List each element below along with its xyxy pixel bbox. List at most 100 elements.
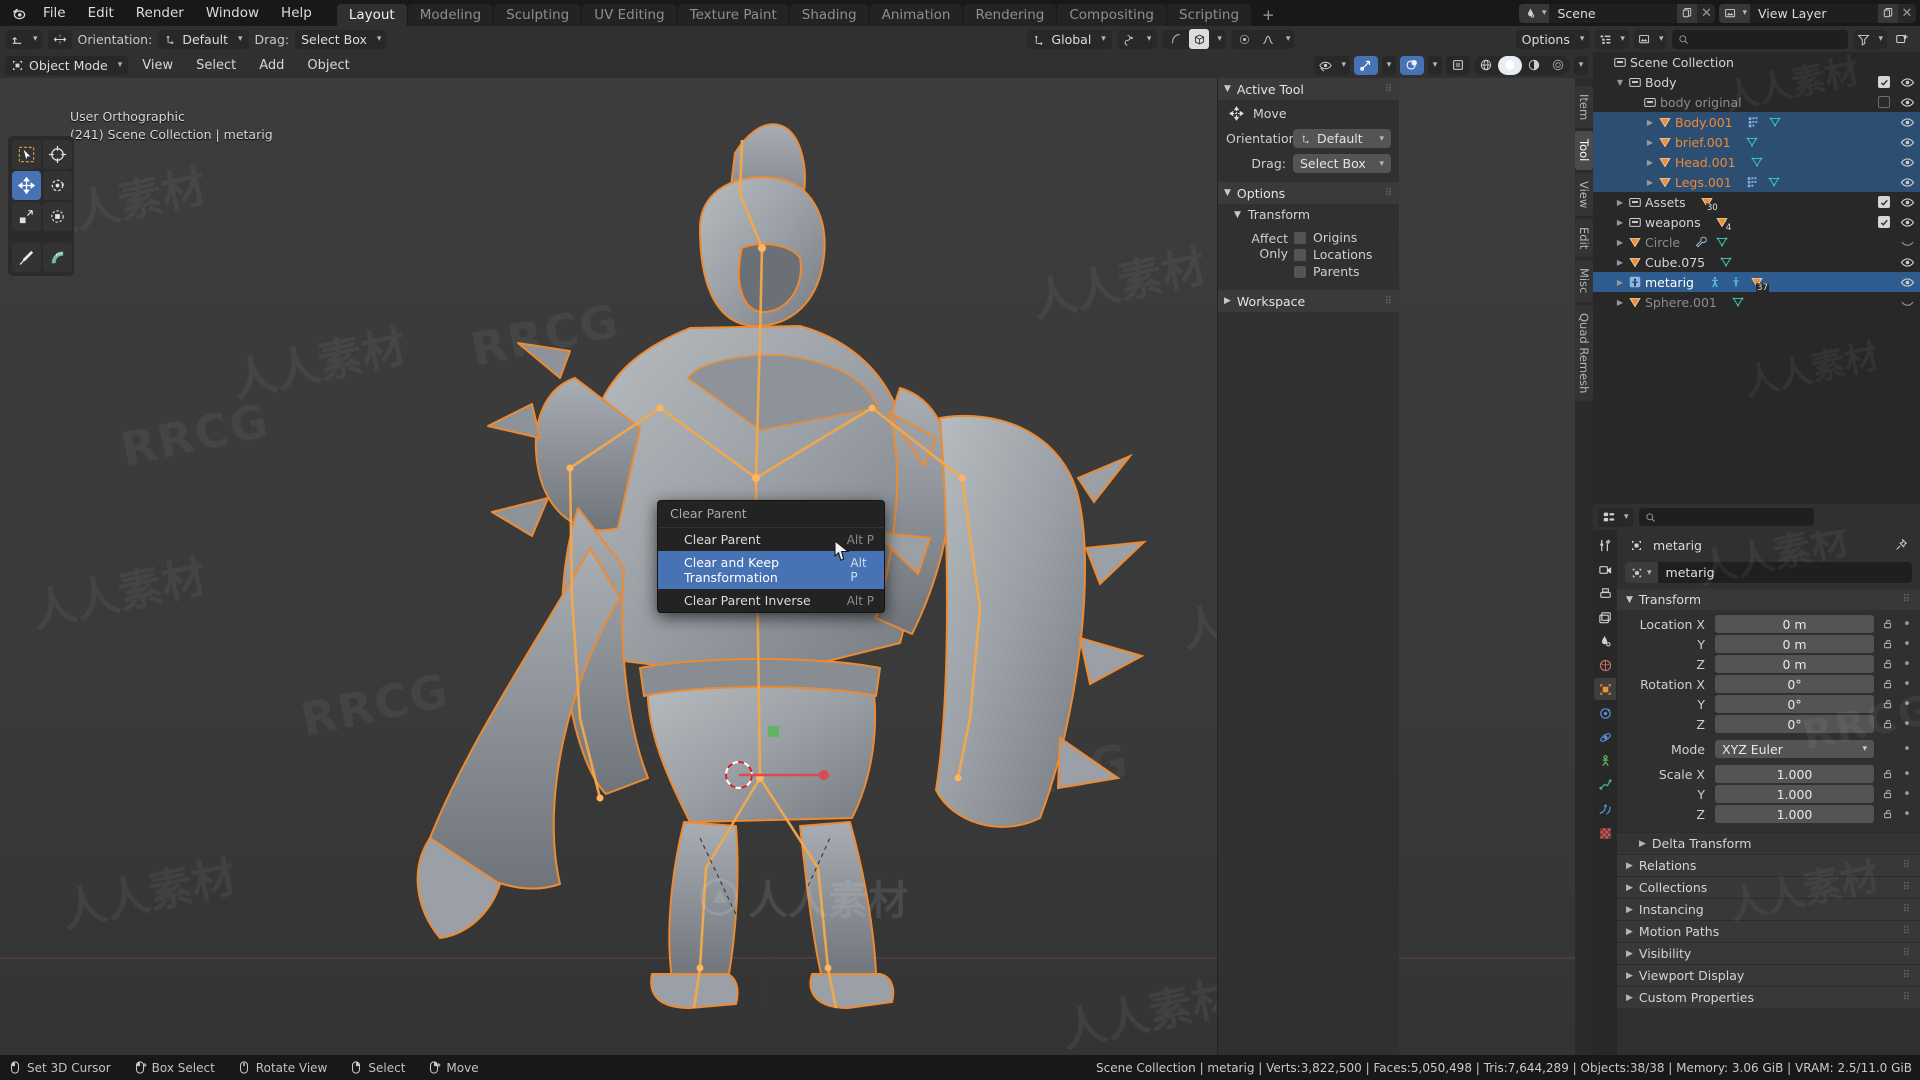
animate-dot-icon[interactable]: • <box>1901 657 1913 672</box>
remove-view-layer-icon[interactable]: ✕ <box>1898 4 1916 23</box>
outliner-row-sphere-001[interactable]: ▶ Sphere.001 <box>1593 292 1920 312</box>
disclosure-closed-icon[interactable]: ▶ <box>1612 218 1628 227</box>
eye-icon[interactable] <box>1900 255 1915 270</box>
disclosure-closed-icon[interactable]: ▶ <box>1626 905 1633 915</box>
panel-grip[interactable]: ⠿ <box>1385 188 1393 199</box>
tool-cursor[interactable] <box>43 140 72 169</box>
disclosure-closed-icon[interactable]: ▶ <box>1639 839 1646 849</box>
checkbox-icon[interactable] <box>1294 231 1306 244</box>
unlock-icon[interactable] <box>1880 618 1895 630</box>
active-tool-icon-group[interactable]: ▾ <box>6 29 42 49</box>
outliner-row-circle[interactable]: ▶ Circle <box>1593 232 1920 252</box>
tool-tweak[interactable] <box>12 140 41 169</box>
panel-delta-transform[interactable]: ▶ Delta Transform <box>1617 832 1920 854</box>
outliner-search-input[interactable] <box>1672 29 1849 49</box>
panel-viewport-display[interactable]: ▶ Viewport Display ⠿ <box>1617 964 1920 986</box>
transform-field-0-value[interactable]: 0 m <box>1715 615 1874 633</box>
eye-icon[interactable] <box>1900 195 1915 210</box>
menu-edit[interactable]: Edit <box>77 0 125 26</box>
add-workspace-button[interactable]: + <box>1252 4 1285 26</box>
orientation-dropdown[interactable]: Default ▾ <box>158 29 249 49</box>
orientation-dropdown-npanel[interactable]: Default ▾ <box>1293 129 1391 148</box>
scene-name[interactable]: Scene <box>1549 3 1678 23</box>
panel-header-active-tool[interactable]: ▼ Active Tool ⠿ <box>1218 78 1399 100</box>
viewport-menu-view[interactable]: View <box>133 55 182 76</box>
panel-header-workspace[interactable]: ▶ Workspace ⠿ <box>1218 290 1399 312</box>
panel-grip[interactable]: ⠿ <box>1903 992 1911 1003</box>
object-name-value[interactable]: metarig <box>1658 565 1723 580</box>
transform-field-1-value[interactable]: 0 m <box>1715 635 1874 653</box>
disclosure-closed-icon[interactable]: ▶ <box>1612 298 1628 307</box>
pin-icon[interactable] <box>1891 535 1911 555</box>
tool-measure[interactable] <box>43 243 72 272</box>
remove-scene-icon[interactable]: ✕ <box>1697 4 1715 23</box>
eye-icon[interactable] <box>1900 175 1915 190</box>
eye-closed-icon[interactable] <box>1900 295 1915 310</box>
animate-dot-icon[interactable]: • <box>1901 717 1913 732</box>
panel-visibility[interactable]: ▶ Visibility ⠿ <box>1617 942 1920 964</box>
animate-dot-icon[interactable]: • <box>1901 697 1913 712</box>
properties-tab-scene[interactable] <box>1594 630 1616 652</box>
disclosure-closed-icon[interactable]: ▶ <box>1612 238 1628 247</box>
workspace-tab-modeling[interactable]: Modeling <box>407 4 494 26</box>
properties-tab-data[interactable] <box>1594 774 1616 796</box>
transform-field-2-value[interactable]: 0 m <box>1715 655 1874 673</box>
animate-dot-icon[interactable]: • <box>1901 677 1913 692</box>
eye-icon[interactable] <box>1900 95 1915 110</box>
animate-dot-icon[interactable]: • <box>1901 787 1913 802</box>
outliner-filter-scene[interactable]: ▾ <box>1633 29 1668 49</box>
section-transform[interactable]: ▼ Transform ⠿ <box>1617 589 1920 610</box>
disclosure-closed-icon[interactable]: ▶ <box>1626 949 1633 959</box>
panel-motion-paths[interactable]: ▶ Motion Paths ⠿ <box>1617 920 1920 942</box>
drag-dropdown-npanel[interactable]: Select Box ▾ <box>1293 154 1391 173</box>
properties-tab-view-layer[interactable] <box>1594 606 1616 628</box>
panel-grip[interactable]: ⠿ <box>1903 594 1911 605</box>
panel-custom-properties[interactable]: ▶ Custom Properties ⠿ <box>1617 986 1920 1008</box>
menu-help[interactable]: Help <box>270 0 323 26</box>
viewport-menu-select[interactable]: Select <box>187 55 245 76</box>
panel-relations[interactable]: ▶ Relations ⠿ <box>1617 854 1920 876</box>
properties-tab-material[interactable] <box>1594 822 1616 844</box>
properties-tab-physics[interactable] <box>1594 726 1616 748</box>
mode-dropdown[interactable]: Object Mode ▾ <box>5 55 129 75</box>
disclosure-closed-icon[interactable]: ▶ <box>1612 278 1628 287</box>
sidebar-tab-misc[interactable]: Misc <box>1575 260 1593 302</box>
sidebar-tab-view[interactable]: View <box>1575 172 1593 216</box>
drag-dropdown[interactable]: Select Box ▾ <box>295 29 388 49</box>
blender-logo-icon[interactable] <box>6 2 32 24</box>
properties-editor[interactable]: ▾ metarig ▾ metarig ▼ Transform ⠿ Locati… <box>1593 504 1920 1055</box>
disclosure-closed-icon[interactable]: ▶ <box>1642 158 1658 167</box>
shading-rendered[interactable] <box>1546 56 1570 75</box>
checkbox-icon[interactable] <box>1294 265 1306 278</box>
menu-file[interactable]: File <box>32 0 77 26</box>
unlock-icon[interactable] <box>1880 638 1895 650</box>
workspace-tab-scripting[interactable]: Scripting <box>1167 4 1252 26</box>
panel-grip[interactable]: ⠿ <box>1903 926 1911 937</box>
new-scene-icon[interactable] <box>1677 3 1698 23</box>
transform-field-3-value[interactable]: 0° <box>1715 675 1874 693</box>
shading-solid[interactable] <box>1498 55 1522 75</box>
exclude-checkbox[interactable] <box>1878 216 1890 228</box>
viewport-menu-object[interactable]: Object <box>298 55 358 76</box>
disclosure-closed-icon[interactable]: ▶ <box>1612 258 1628 267</box>
xray-toggle[interactable] <box>1446 55 1470 75</box>
outliner-row-body-original[interactable]: body original <box>1593 92 1920 112</box>
eye-closed-icon[interactable] <box>1900 235 1915 250</box>
properties-editor-type[interactable]: ▾ <box>1598 507 1633 527</box>
rotation-mode-dropdown[interactable]: XYZ Euler ▾ <box>1715 740 1874 758</box>
affect-only-locations[interactable]: Locations <box>1294 246 1391 263</box>
disclosure-closed-icon[interactable]: ▶ <box>1626 993 1633 1003</box>
gizmo-dropdown[interactable]: ▾ <box>1382 55 1396 75</box>
panel-grip[interactable]: ⠿ <box>1903 860 1911 871</box>
overlays-toggle[interactable] <box>1400 55 1424 75</box>
new-view-layer-icon[interactable] <box>1878 3 1898 23</box>
unlock-icon[interactable] <box>1880 788 1895 800</box>
shading-dropdown[interactable]: ▾ <box>1574 55 1588 75</box>
viewport-menu-add[interactable]: Add <box>250 55 293 76</box>
outliner-row-brief-001[interactable]: ▶ brief.001 <box>1593 132 1920 152</box>
disclosure-closed-icon[interactable]: ▶ <box>1642 118 1658 127</box>
eye-icon[interactable] <box>1900 155 1915 170</box>
eye-icon[interactable] <box>1900 75 1915 90</box>
options-dropdown[interactable]: Options ▾ <box>1515 29 1591 49</box>
properties-tab-output[interactable] <box>1594 582 1616 604</box>
